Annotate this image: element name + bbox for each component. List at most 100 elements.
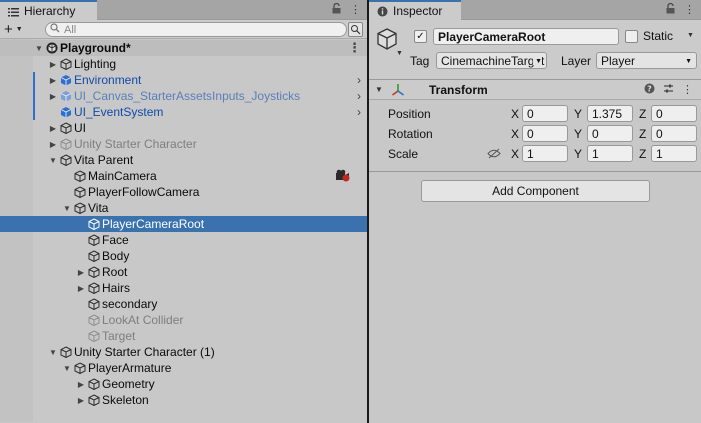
- scale-z-field[interactable]: 1: [651, 145, 697, 162]
- hierarchy-item[interactable]: PlayerCameraRoot: [0, 216, 367, 232]
- scale-y-field[interactable]: 1: [587, 145, 633, 162]
- hierarchy-item-label: Environment: [74, 73, 142, 87]
- fold-down-icon[interactable]: ▼: [33, 40, 45, 56]
- help-icon[interactable]: ?: [644, 83, 655, 97]
- hierarchy-item[interactable]: UI_EventSystem ›: [0, 104, 367, 120]
- gameobject-icon: [88, 394, 100, 407]
- fold-right-icon[interactable]: ▶: [75, 392, 87, 408]
- position-x-field[interactable]: 0: [522, 105, 568, 122]
- static-checkbox[interactable]: [625, 30, 638, 43]
- fold-right-icon[interactable]: ▶: [47, 120, 59, 136]
- gameobject-icon: [60, 346, 72, 359]
- open-prefab-icon[interactable]: ›: [357, 105, 361, 119]
- hierarchy-item[interactable]: ▼ Unity Starter Character (1): [0, 344, 367, 360]
- hierarchy-item[interactable]: ▶ Root: [0, 264, 367, 280]
- lock-icon[interactable]: [666, 2, 675, 17]
- axis-z-label: Z: [639, 147, 647, 161]
- gameobject-icon: [60, 138, 72, 151]
- hierarchy-item[interactable]: ▶ Hairs: [0, 280, 367, 296]
- search-icon: [50, 23, 60, 36]
- hierarchy-item[interactable]: secondary: [0, 296, 367, 312]
- hierarchy-panel: Hierarchy ⋮ + ▼ All ▼ Playground* ⋮ ▶ Li…: [0, 0, 367, 423]
- static-dropdown-icon[interactable]: ▼: [687, 32, 694, 39]
- position-y-field[interactable]: 1.375: [587, 105, 633, 122]
- gameobject-icon: [88, 314, 100, 327]
- axis-z-label: Z: [639, 107, 647, 121]
- chevron-down-icon: ▼: [15, 25, 23, 33]
- hierarchy-tab-controls: ⋮: [332, 2, 361, 17]
- fold-right-icon[interactable]: ▶: [47, 72, 59, 88]
- fold-right-icon[interactable]: ▶: [75, 264, 87, 280]
- hierarchy-item[interactable]: ▼ PlayerArmature: [0, 360, 367, 376]
- object-name-field[interactable]: PlayerCameraRoot: [433, 28, 619, 45]
- scene-row[interactable]: ▼ Playground* ⋮: [0, 40, 367, 56]
- position-label: Position: [388, 107, 431, 121]
- open-prefab-icon[interactable]: ›: [357, 89, 361, 103]
- fold-down-icon[interactable]: ▼: [47, 152, 59, 168]
- create-button[interactable]: + ▼: [4, 21, 34, 38]
- axis-x-label: X: [511, 147, 520, 161]
- hierarchy-tabbar: Hierarchy ⋮: [0, 0, 367, 20]
- scale-row: Scale X 1 Y 1 Z 1: [369, 144, 701, 164]
- hierarchy-item[interactable]: MainCamera: [0, 168, 367, 184]
- fold-down-icon[interactable]: ▼: [47, 344, 59, 360]
- fold-down-icon[interactable]: ▼: [61, 200, 73, 216]
- hierarchy-item[interactable]: PlayerFollowCamera: [0, 184, 367, 200]
- hierarchy-item[interactable]: ▼ Vita Parent: [0, 152, 367, 168]
- hierarchy-item[interactable]: ▶ UI_Canvas_StarterAssetsInputs_Joysticks…: [0, 88, 367, 104]
- hierarchy-item[interactable]: Face: [0, 232, 367, 248]
- preset-icon[interactable]: [663, 83, 674, 97]
- position-row: Position X 0 Y 1.375 Z 0: [369, 104, 701, 124]
- rotation-x-field[interactable]: 0: [522, 125, 568, 142]
- hierarchy-tab[interactable]: Hierarchy: [0, 0, 97, 20]
- add-component-button[interactable]: Add Component: [421, 180, 650, 202]
- hierarchy-item[interactable]: ▶ Unity Starter Character: [0, 136, 367, 152]
- scale-x-field[interactable]: 1: [522, 145, 568, 162]
- layer-dropdown[interactable]: Player ▼: [596, 52, 697, 69]
- fold-right-icon[interactable]: ▶: [75, 376, 87, 392]
- hierarchy-item[interactable]: Target: [0, 328, 367, 344]
- hierarchy-tab-label: Hierarchy: [24, 4, 76, 18]
- hierarchy-item[interactable]: ▶ UI: [0, 120, 367, 136]
- gameobject-icon: [88, 234, 100, 247]
- gameobject-icon[interactable]: [375, 27, 399, 51]
- hierarchy-item[interactable]: ▶ Lighting: [0, 56, 367, 72]
- hierarchy-tree: ▼ Playground* ⋮ ▶ Lighting ▶ Environment › ▶ U…: [0, 39, 367, 422]
- tag-dropdown[interactable]: CinemachineTarget ▼: [436, 52, 547, 69]
- fold-right-icon[interactable]: ▶: [47, 56, 59, 72]
- more-menu-icon[interactable]: ⋮: [350, 3, 361, 17]
- chevron-down-icon[interactable]: ▼: [396, 50, 403, 57]
- lock-icon[interactable]: [332, 2, 341, 17]
- inspector-tab[interactable]: Inspector: [369, 0, 461, 20]
- hierarchy-item-label: Root: [102, 265, 128, 279]
- hierarchy-item[interactable]: ▼ Vita: [0, 200, 367, 216]
- component-divider: [369, 171, 701, 172]
- fold-right-icon[interactable]: ▶: [47, 88, 59, 104]
- chevron-down-icon: ▼: [533, 58, 542, 65]
- hierarchy-item[interactable]: LookAt Collider: [0, 312, 367, 328]
- hierarchy-item[interactable]: Body: [0, 248, 367, 264]
- fold-right-icon[interactable]: ▶: [75, 280, 87, 296]
- transform-header[interactable]: ▼ Transform ? ⋮: [369, 80, 701, 100]
- open-prefab-icon[interactable]: ›: [357, 73, 361, 87]
- hierarchy-item[interactable]: ▶ Environment ›: [0, 72, 367, 88]
- more-menu-icon[interactable]: ⋮: [682, 83, 693, 97]
- fold-right-icon[interactable]: ▶: [47, 136, 59, 152]
- position-z-field[interactable]: 0: [651, 105, 697, 122]
- search-input[interactable]: All: [45, 22, 347, 37]
- rotation-z-field[interactable]: 0: [651, 125, 697, 142]
- hierarchy-item[interactable]: ▶ Skeleton: [0, 392, 367, 408]
- unity-scene-icon: [46, 42, 58, 54]
- scene-menu-icon[interactable]: ⋮: [348, 40, 361, 56]
- rotation-y-field[interactable]: 0: [587, 125, 633, 142]
- constrain-proportions-icon[interactable]: [487, 148, 501, 162]
- fold-down-icon[interactable]: ▼: [375, 85, 383, 94]
- active-checkbox[interactable]: ✓: [414, 30, 427, 43]
- search-filter-button[interactable]: [348, 22, 363, 37]
- more-menu-icon[interactable]: ⋮: [684, 3, 695, 17]
- hierarchy-item-label: Face: [102, 233, 129, 247]
- fold-down-icon[interactable]: ▼: [61, 360, 73, 376]
- hierarchy-item[interactable]: ▶ Geometry: [0, 376, 367, 392]
